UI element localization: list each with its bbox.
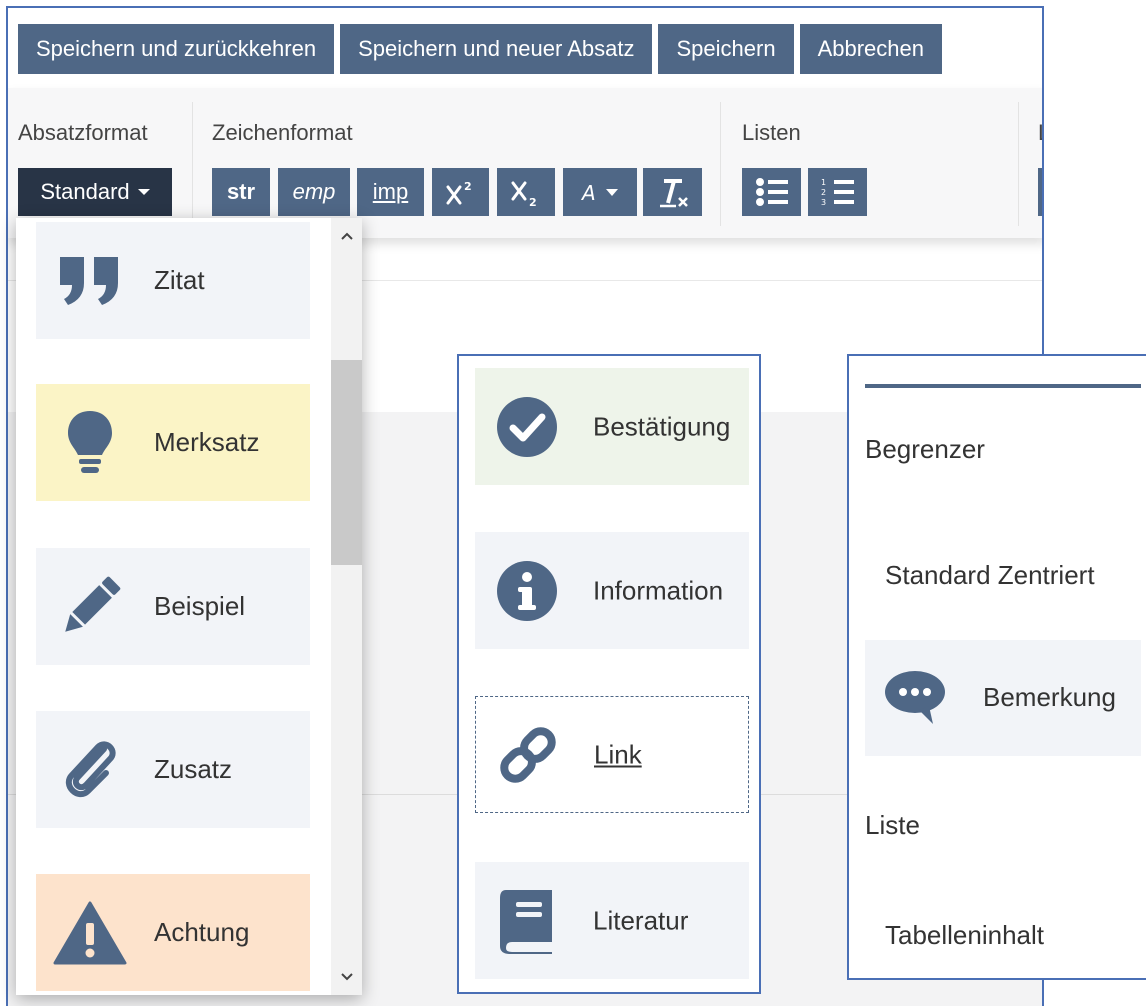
comment-icon [883,668,947,726]
font-style-dropdown[interactable]: A [563,168,637,216]
menu-item-label: Bemerkung [983,682,1116,712]
save-and-new-paragraph-button[interactable]: Speichern und neuer Absatz [340,24,653,74]
scroll-thumb[interactable] [331,360,362,565]
menu-item-bemerkung[interactable]: Bemerkung [865,640,1141,756]
menu-item-zitat[interactable]: Zitat [36,222,310,339]
menu-item-label: Achtung [154,917,250,947]
menu-item-label: Information [593,575,724,605]
save-and-return-button[interactable]: Speichern und zurückkehren [18,24,335,74]
svg-text:A: A [580,181,596,205]
paperclip-icon [50,735,130,805]
menu-item-beispiel[interactable]: Beispiel [36,548,310,665]
pencil-icon [50,572,130,642]
menu-item-label: Literatur [593,905,689,935]
emphasis-button[interactable]: emp [278,168,350,216]
menu-item-merksatz[interactable]: Merksatz [36,384,310,501]
menu-scrollbar[interactable] [331,218,362,995]
lists-label: Listen [742,120,801,145]
character-format-label: Zeichenformat [212,120,353,145]
menu-item-zusatz[interactable]: Zusatz [36,711,310,828]
paragraph-menu-panel-middle: Bestätigung Information Link Literatur [457,354,761,994]
menu-item-tabelleninhalt[interactable]: Tabelleninhalt [885,920,1044,951]
important-button[interactable]: imp [357,168,424,216]
menu-item-information[interactable]: Information [475,532,749,649]
svg-text:2: 2 [529,196,537,207]
svg-text:2: 2 [464,180,472,193]
lightbulb-icon [50,408,130,478]
scroll-down-icon[interactable] [331,963,362,991]
cancel-button[interactable]: Abbrechen [799,24,942,74]
next-group-button[interactable] [1038,168,1042,216]
paragraph-menu-panel-right: Begrenzer Standard Zentriert Bemerkung L… [847,354,1146,980]
check-circle-icon [491,391,563,463]
quote-icon [50,246,130,316]
svg-text:3: 3 [821,198,826,207]
caret-down-icon [137,189,150,195]
svg-text:2: 2 [821,188,826,197]
paragraph-format-label: Absatzformat [18,120,148,145]
action-bar: Speichern und zurückkehren Speichern und… [18,24,942,74]
menu-item-label: Merksatz [154,427,260,457]
strong-button[interactable]: str [212,168,270,216]
group-separator [1018,102,1019,226]
superscript-icon[interactable]: 2 [432,168,489,216]
menu-item-bestaetigung[interactable]: Bestätigung [475,368,749,485]
group-separator [720,102,721,226]
next-group-label: L [1038,120,1042,146]
menu-item-label: Zusatz [154,754,233,784]
menu-item-link[interactable]: Link [475,696,749,813]
panel-header-rule [865,384,1141,388]
menu-item-liste[interactable]: Liste [865,810,920,841]
menu-item-literatur[interactable]: Literatur [475,862,749,979]
subscript-icon[interactable]: 2 [497,168,555,216]
format-ribbon: Absatzformat Standard Zeichenformat str … [8,88,1042,238]
menu-item-label: Link [594,739,642,769]
svg-text:1: 1 [821,178,826,187]
menu-item-standard-zentriert[interactable]: Standard Zentriert [885,560,1095,591]
bullet-list-icon[interactable] [742,168,801,216]
warning-icon [50,898,130,968]
menu-item-begrenzer[interactable]: Begrenzer [865,434,985,465]
menu-item-label: Beispiel [154,591,246,621]
paragraph-format-value: Standard [40,179,130,204]
numbered-list-icon[interactable]: 123 [808,168,867,216]
menu-item-achtung[interactable]: Achtung [36,874,310,991]
clear-format-icon[interactable] [643,168,702,216]
save-button[interactable]: Speichern [658,24,794,74]
menu-item-label: Bestätigung [593,411,731,441]
group-separator [192,102,193,226]
info-circle-icon [491,555,563,627]
link-icon [492,719,564,791]
paragraph-format-menu: Zitat Merksatz Beispiel Zusatz Achtung [16,218,362,995]
book-icon [491,885,563,957]
scroll-up-icon[interactable] [331,222,362,250]
menu-item-label: Zitat [154,265,205,295]
paragraph-format-dropdown[interactable]: Standard [18,168,172,216]
